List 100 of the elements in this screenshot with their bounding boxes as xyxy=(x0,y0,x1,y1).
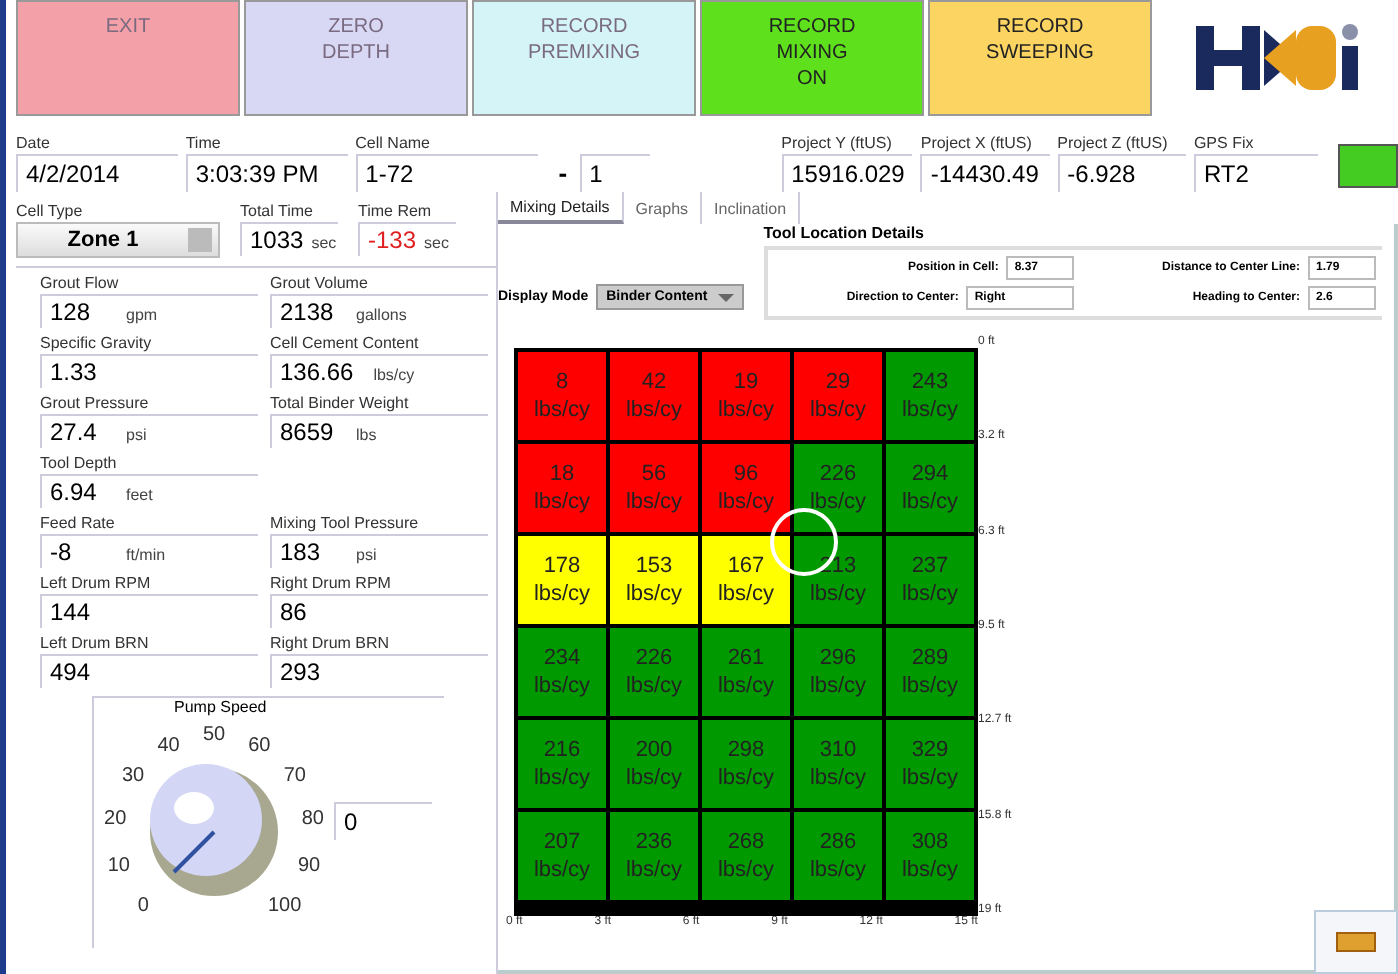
heatmap-cell: 216 lbs/cy xyxy=(518,720,606,808)
unit-text: sec xyxy=(424,234,449,252)
heatmap-cell: 296 lbs/cy xyxy=(794,628,882,716)
heatmap-cell: 207 lbs/cy xyxy=(518,812,606,900)
value-field: -6.928 xyxy=(1057,154,1186,192)
heatmap-cell: 236 lbs/cy xyxy=(610,812,698,900)
heatmap-cell: 178 lbs/cy xyxy=(518,536,606,624)
unit-text: feet xyxy=(126,486,153,504)
value-field: RT2 xyxy=(1193,154,1319,192)
field-label: Right Drum RPM xyxy=(270,572,393,594)
field-label: Left Drum BRN xyxy=(40,632,151,654)
dial-tick-label: 30 xyxy=(121,765,145,788)
value-text: 494 xyxy=(50,658,93,686)
field-label: GPS Fix xyxy=(1193,132,1256,154)
unit-text: lbs xyxy=(356,426,377,444)
cell-type-dropdown[interactable]: Zone 1 xyxy=(16,222,220,258)
dial-tick-label: 0 xyxy=(137,894,149,917)
knob-drawing[interactable] xyxy=(150,764,278,896)
field-label: Project X (ftUS) xyxy=(920,132,1034,154)
value-text: -8 xyxy=(50,538,74,566)
unit-text: gpm xyxy=(126,306,158,324)
field-label: Specific Gravity xyxy=(40,332,154,354)
field-label: Cell Name xyxy=(355,132,432,154)
unit-text: ft/min xyxy=(126,546,166,564)
field-label: Mixing Tool Pressure xyxy=(270,512,421,534)
value-text: 2138 xyxy=(280,298,336,326)
unit-text: lbs/cy xyxy=(373,366,415,384)
dial-tick-label: 50 xyxy=(202,724,226,746)
heatmap-cell: 8 lbs/cy xyxy=(518,352,606,440)
heatmap-cell: 29 lbs/cy xyxy=(794,352,882,440)
heatmap-cell: 19 lbs/cy xyxy=(702,352,790,440)
heatmap-cell: 226 lbs/cy xyxy=(610,628,698,716)
value-text: 183 xyxy=(280,538,323,566)
field-label: Time xyxy=(185,132,223,154)
heatmap-cell: 298 lbs/cy xyxy=(702,720,790,808)
value-text: 1.33 xyxy=(50,358,99,386)
pump-speed-label: Pump Speed xyxy=(174,698,267,716)
value-field: 3:03:39 PM xyxy=(185,154,348,192)
field-label: Cell Type xyxy=(16,200,85,222)
heatmap-cell: 310 lbs/cy xyxy=(794,720,882,808)
unit-text: gallons xyxy=(356,306,407,324)
field-label: Right Drum BRN xyxy=(270,632,392,654)
field-label: Feed Rate xyxy=(40,512,117,534)
heatmap-cell: 96 lbs/cy xyxy=(702,444,790,532)
heatmap-cell: 200 lbs/cy xyxy=(610,720,698,808)
tab[interactable]: Mixing Details xyxy=(498,192,624,224)
heatmap-cell: 153 lbs/cy xyxy=(610,536,698,624)
heatmap-cell: 308 lbs/cy xyxy=(886,812,974,900)
field-label: Left Drum RPM xyxy=(40,572,153,594)
field-label: Total Time xyxy=(240,200,315,222)
heatmap-cell: 234 lbs/cy xyxy=(518,628,606,716)
dial-tick-label: 20 xyxy=(104,808,127,831)
dial-tick-label: 70 xyxy=(283,765,307,788)
field-label: Date xyxy=(16,132,52,154)
field-label: Tool Depth xyxy=(40,452,119,474)
record-button[interactable]: RECORD MIXING ON xyxy=(700,0,924,116)
field-label: Cell Cement Content xyxy=(270,332,421,354)
heatmap-cell: 329 lbs/cy xyxy=(886,720,974,808)
value-text: 128 xyxy=(50,298,93,326)
field-label: Project Z (ftUS) xyxy=(1057,132,1170,154)
heatmap-cell: 261 lbs/cy xyxy=(702,628,790,716)
dial-tick-label: 60 xyxy=(248,734,271,757)
heatmap-cell: 18 lbs/cy xyxy=(518,444,606,532)
field-label: Grout Volume xyxy=(270,272,370,294)
value-field: -14430.49 xyxy=(920,154,1050,192)
record-button[interactable]: RECORD SWEEPING xyxy=(928,0,1152,116)
field-label: Time Rem xyxy=(358,200,434,222)
time-value: 1033 xyxy=(250,226,304,254)
ruler-icon[interactable] xyxy=(1336,932,1376,952)
separator-text: - xyxy=(558,158,568,188)
field-label: Grout Flow xyxy=(40,272,121,294)
dial-tick-label: 90 xyxy=(298,854,321,877)
heatmap-cell: 268 lbs/cy xyxy=(702,812,790,900)
heatmap-cell: 56 lbs/cy xyxy=(610,444,698,532)
field-label: Grout Pressure xyxy=(40,392,151,414)
field-label: Project Y (ftUS) xyxy=(781,132,894,154)
unit-text: psi xyxy=(356,546,377,564)
value-text: 293 xyxy=(280,658,323,686)
dial-tick-label: 10 xyxy=(107,854,130,877)
heatmap-cell: 226 lbs/cy xyxy=(794,444,882,532)
section-title: Tool Location Details xyxy=(763,224,926,242)
dial-tick-label: 100 xyxy=(268,894,302,917)
value-text: 144 xyxy=(50,598,93,626)
heatmap-cell: 243 lbs/cy xyxy=(886,352,974,440)
time-value: -133 xyxy=(368,226,417,254)
field-label: Total Binder Weight xyxy=(270,392,411,414)
heatmap-cell: 167 lbs/cy xyxy=(702,536,790,624)
value-text: 86 xyxy=(280,598,309,626)
value-text: 6.94 xyxy=(50,478,99,506)
dial-tick-label: 80 xyxy=(301,808,324,831)
heatmap-cell: 294 lbs/cy xyxy=(886,444,974,532)
value-text: 136.66 xyxy=(280,358,354,386)
value-text: 8659 xyxy=(280,418,336,446)
heatmap-cell: 42 lbs/cy xyxy=(610,352,698,440)
heatmap-cell: 237 lbs/cy xyxy=(886,536,974,624)
unit-text: psi xyxy=(126,426,147,444)
heatmap-cell: 289 lbs/cy xyxy=(886,628,974,716)
unit-text: sec xyxy=(311,234,337,252)
value-field: 4/2/2014 xyxy=(16,154,178,192)
value-text: 27.4 xyxy=(50,418,99,446)
